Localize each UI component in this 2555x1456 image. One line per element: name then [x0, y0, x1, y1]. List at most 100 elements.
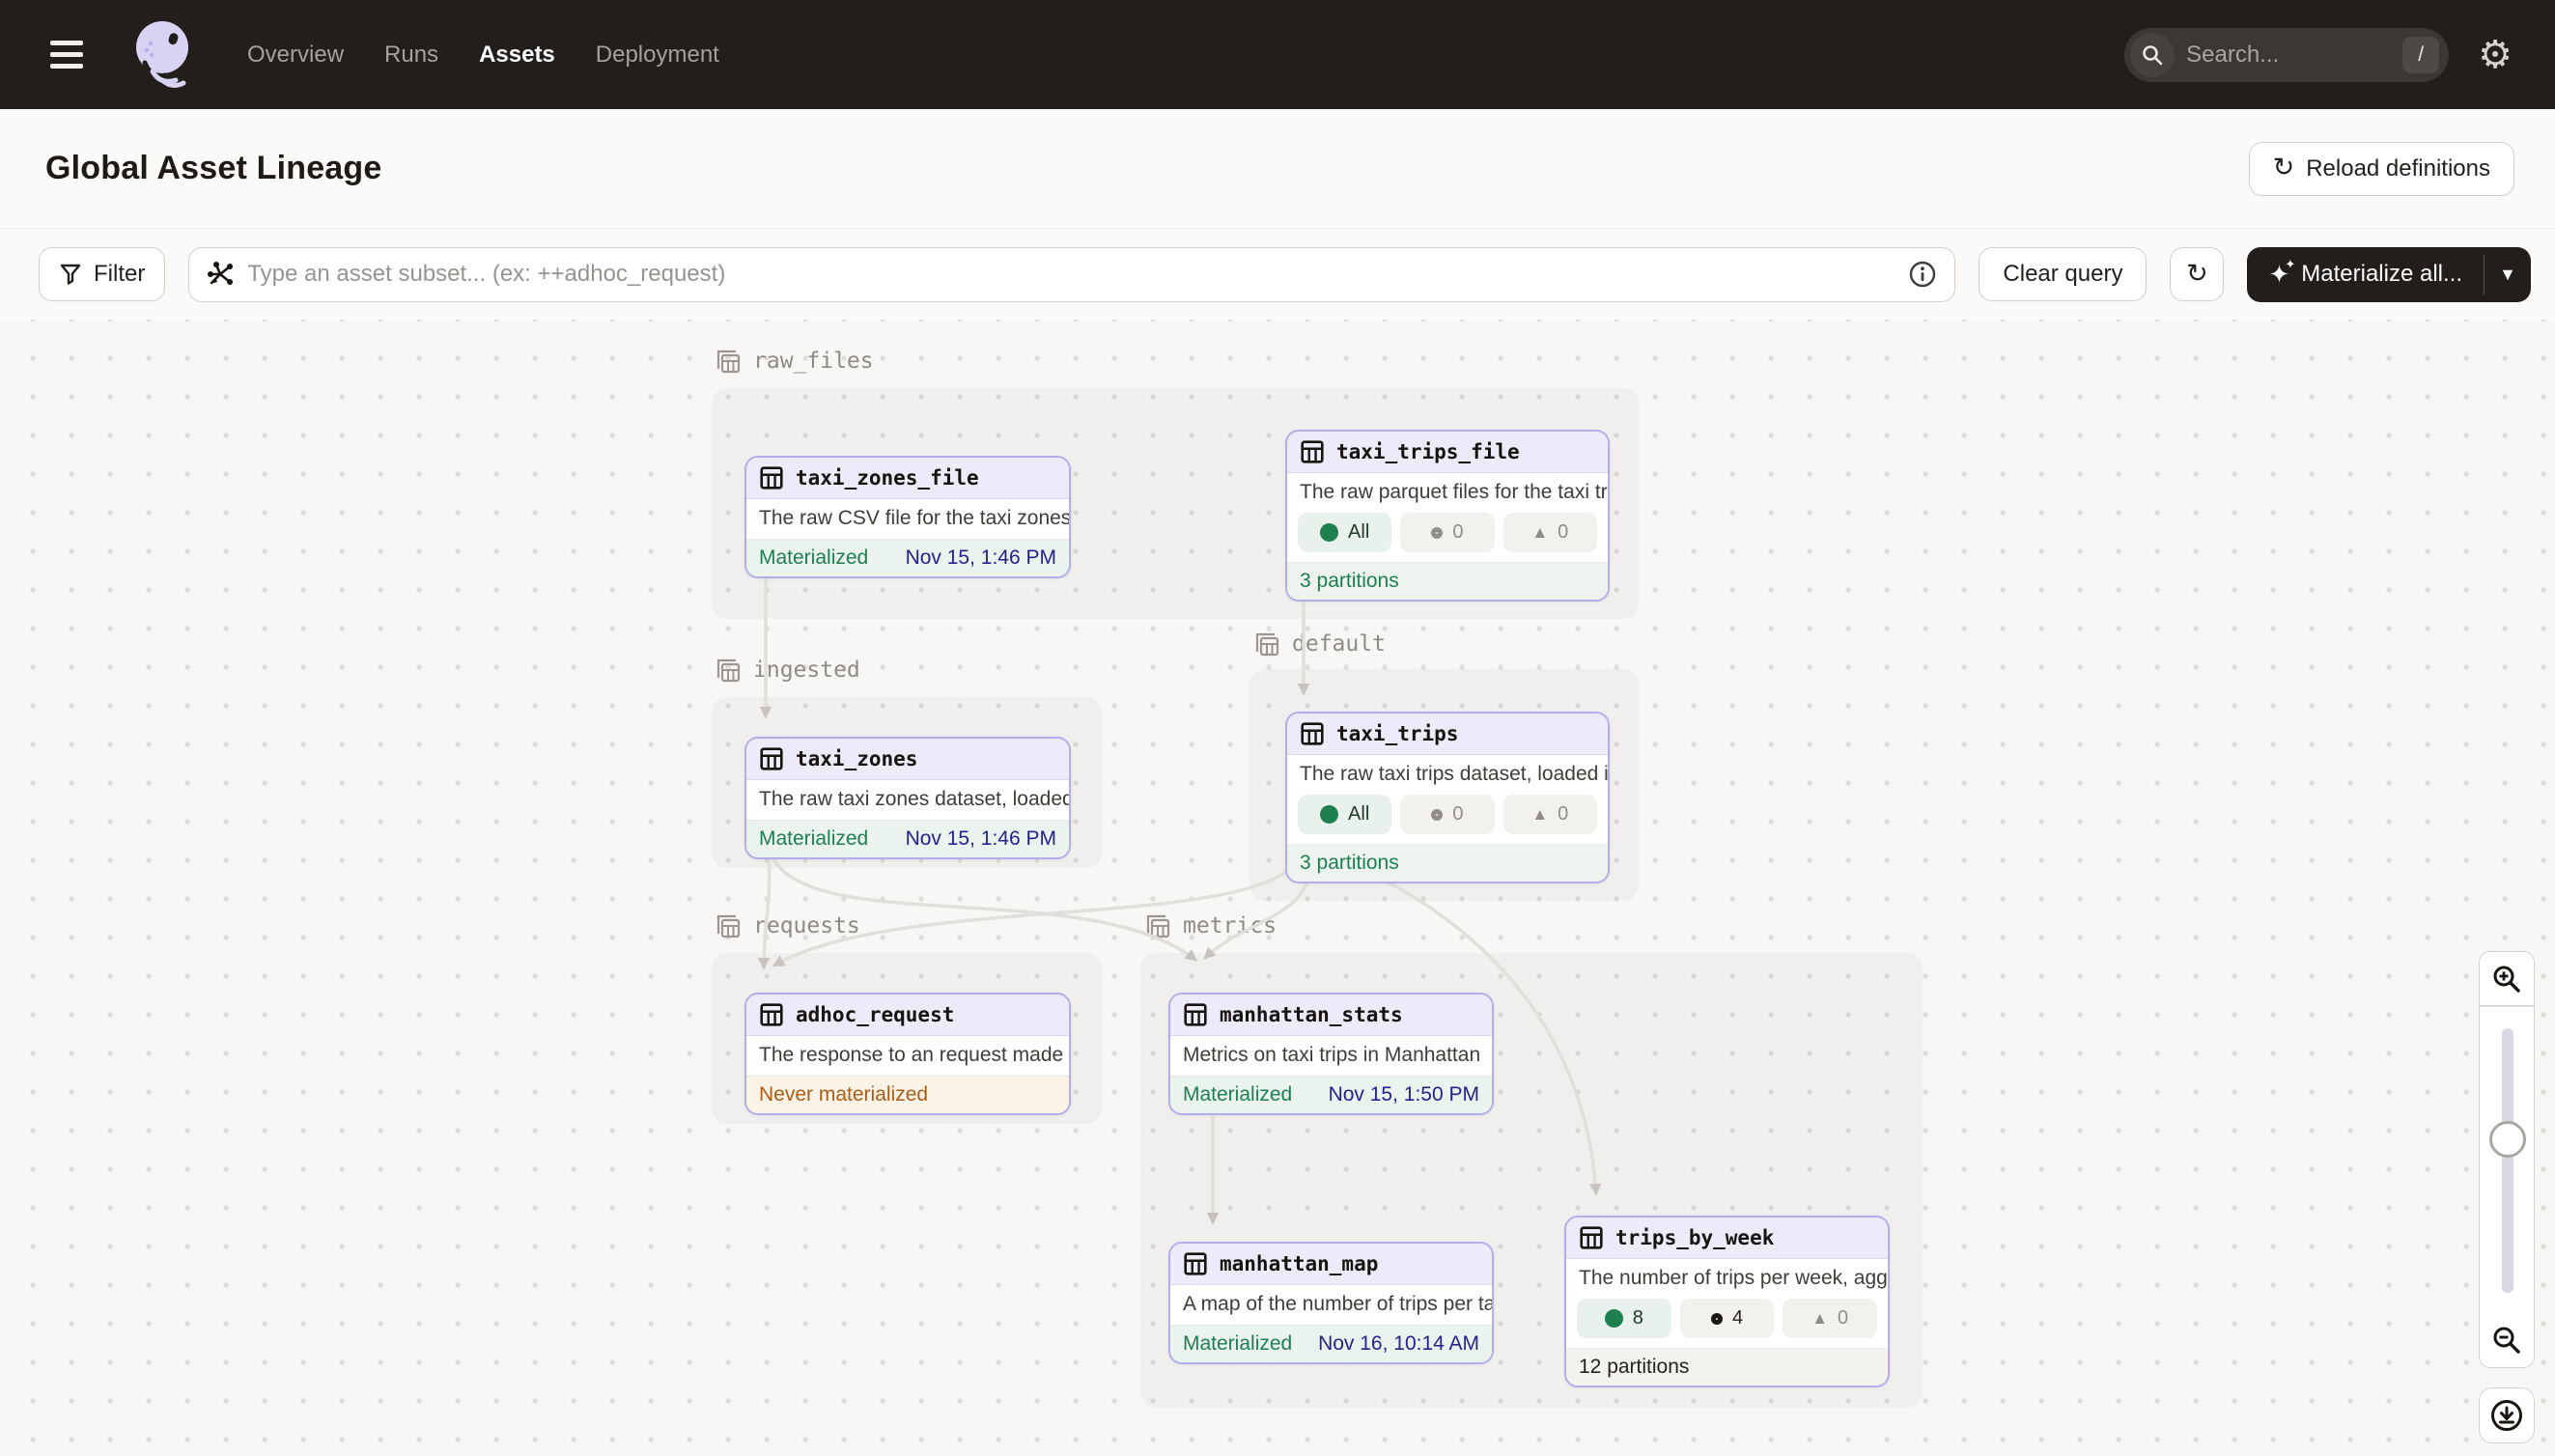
- in-progress-triangle-icon: ▲: [1811, 1310, 1828, 1327]
- nav-item-deployment[interactable]: Deployment: [596, 42, 719, 69]
- asset-description: The raw taxi zones dataset, loaded int..…: [746, 780, 1069, 820]
- search-bar[interactable]: /: [2124, 28, 2449, 82]
- download-icon: [2488, 1397, 2525, 1434]
- table-icon: [1300, 721, 1325, 746]
- partition-health-badges: 8 4 ▲0: [1566, 1299, 1888, 1348]
- group-icon: [1253, 630, 1280, 658]
- asset-description: The raw CSV file for the taxi zones dat.…: [746, 499, 1069, 539]
- partitions-count: 3 partitions: [1300, 570, 1399, 593]
- clear-query-button[interactable]: Clear query: [1979, 247, 2147, 301]
- materialization-timestamp[interactable]: Nov 16, 10:14 AM: [1318, 1332, 1479, 1356]
- materialize-dropdown-caret[interactable]: ▼: [2485, 247, 2531, 302]
- nav-item-runs[interactable]: Runs: [384, 42, 438, 69]
- zoom-controls: [2479, 951, 2535, 1368]
- search-input[interactable]: [2175, 42, 2402, 69]
- materialized-partitions-badge[interactable]: All: [1298, 795, 1391, 834]
- zoom-slider-handle[interactable]: [2489, 1121, 2526, 1158]
- asset-description: The number of trips per week, aggreg...: [1566, 1259, 1888, 1299]
- settings-gear-icon[interactable]: ⚙: [2478, 36, 2513, 74]
- download-image-button[interactable]: [2479, 1387, 2535, 1443]
- asset-node-trips-by-week[interactable]: trips_by_week The number of trips per we…: [1564, 1216, 1890, 1387]
- search-icon: [2130, 33, 2175, 77]
- status-badge: Never materialized: [759, 1083, 928, 1106]
- asset-node-adhoc-request[interactable]: adhoc_request The response to an request…: [744, 993, 1071, 1115]
- asset-node-taxi-zones[interactable]: taxi_zones The raw taxi zones dataset, l…: [744, 737, 1071, 859]
- materialization-timestamp[interactable]: Nov 15, 1:46 PM: [906, 827, 1056, 851]
- asset-description: The raw taxi trips dataset, loaded into …: [1287, 755, 1608, 795]
- status-badge: Materialized: [1183, 1083, 1292, 1106]
- group-label-metrics[interactable]: metrics: [1144, 912, 1277, 939]
- group-label-default[interactable]: default: [1253, 630, 1386, 658]
- primary-nav: Overview Runs Assets Deployment: [247, 42, 719, 69]
- missing-ring-icon: [1711, 1313, 1723, 1325]
- materialized-dot-icon: [1320, 523, 1338, 542]
- nav-item-assets[interactable]: Assets: [479, 42, 555, 69]
- table-icon: [759, 746, 784, 771]
- top-navbar: Overview Runs Assets Deployment / ⚙: [0, 0, 2555, 109]
- asset-node-manhattan-stats[interactable]: manhattan_stats Metrics on taxi trips in…: [1168, 993, 1494, 1115]
- status-badge: Materialized: [759, 546, 868, 570]
- asset-description: The raw parquet files for the taxi trips…: [1287, 473, 1608, 513]
- group-label-ingested[interactable]: ingested: [715, 657, 860, 684]
- filter-button[interactable]: Filter: [39, 247, 165, 301]
- asset-node-taxi-trips-file[interactable]: taxi_trips_file The raw parquet files fo…: [1285, 430, 1610, 602]
- partitions-count: 12 partitions: [1579, 1356, 1689, 1379]
- nav-item-overview[interactable]: Overview: [247, 42, 344, 69]
- group-icon: [715, 912, 742, 939]
- page-title: Global Asset Lineage: [45, 150, 382, 187]
- reload-definitions-button[interactable]: ↻ Reload definitions: [2249, 142, 2514, 196]
- page-header: Global Asset Lineage ↻ Reload definition…: [0, 109, 2555, 229]
- zoom-out-icon: [2490, 1324, 2523, 1357]
- in-progress-triangle-icon: ▲: [1531, 806, 1548, 823]
- query-info-icon[interactable]: [1908, 260, 1937, 289]
- in-progress-partitions-badge[interactable]: ▲0: [1783, 1299, 1877, 1338]
- asset-query-input-wrap: [188, 247, 1955, 302]
- asset-node-taxi-zones-file[interactable]: taxi_zones_file The raw CSV file for the…: [744, 456, 1071, 578]
- in-progress-partitions-badge[interactable]: ▲0: [1503, 795, 1597, 834]
- asset-query-input[interactable]: [247, 261, 1895, 288]
- refresh-button[interactable]: ↻: [2170, 247, 2224, 301]
- lineage-toolbar: Filter Clear query ↻ ✦✦ Materialize all.…: [0, 229, 2555, 320]
- zoom-out-button[interactable]: [2479, 1313, 2535, 1368]
- zoom-in-button[interactable]: [2479, 951, 2535, 1006]
- group-label-requests[interactable]: requests: [715, 912, 860, 939]
- group-label-raw-files[interactable]: raw_files: [715, 348, 874, 375]
- table-icon: [759, 1002, 784, 1027]
- partitions-count: 3 partitions: [1300, 852, 1399, 875]
- materialization-timestamp[interactable]: Nov 15, 1:50 PM: [1329, 1083, 1479, 1106]
- missing-partitions-badge[interactable]: 0: [1400, 795, 1494, 834]
- refresh-icon: ↻: [2186, 261, 2208, 287]
- missing-ring-icon: [1431, 809, 1443, 821]
- in-progress-partitions-badge[interactable]: ▲0: [1503, 513, 1597, 552]
- group-icon: [715, 348, 742, 375]
- materialized-dot-icon: [1605, 1309, 1623, 1328]
- search-shortcut-badge: /: [2402, 37, 2439, 73]
- zoom-slider[interactable]: [2479, 1006, 2535, 1313]
- dagster-logo-icon[interactable]: [131, 18, 193, 92]
- materialized-partitions-badge[interactable]: All: [1298, 513, 1391, 552]
- table-icon: [1579, 1225, 1604, 1250]
- partition-health-badges: All 0 ▲0: [1287, 795, 1608, 844]
- hamburger-menu-icon[interactable]: [50, 41, 93, 69]
- asset-description: Metrics on taxi trips in Manhattan: [1170, 1036, 1492, 1076]
- zoom-slider-track[interactable]: [2502, 1028, 2513, 1293]
- missing-ring-icon: [1431, 527, 1443, 539]
- asset-node-taxi-trips[interactable]: taxi_trips The raw taxi trips dataset, l…: [1285, 712, 1610, 883]
- materialized-partitions-badge[interactable]: 8: [1577, 1299, 1671, 1338]
- materialize-all-button[interactable]: ✦✦ Materialize all... ▼: [2247, 247, 2531, 302]
- in-progress-triangle-icon: ▲: [1531, 524, 1548, 541]
- partition-health-badges: All 0 ▲0: [1287, 513, 1608, 562]
- group-icon: [1144, 912, 1171, 939]
- filter-funnel-icon: [59, 263, 82, 286]
- materialization-timestamp[interactable]: Nov 15, 1:46 PM: [906, 546, 1056, 570]
- table-icon: [1183, 1251, 1208, 1276]
- missing-partitions-badge[interactable]: 0: [1400, 513, 1494, 552]
- asset-description: The response to an request made in th...: [746, 1036, 1069, 1076]
- table-icon: [1183, 1002, 1208, 1027]
- table-icon: [759, 465, 784, 490]
- asset-description: A map of the number of trips per taxi z.…: [1170, 1285, 1492, 1325]
- sparkle-icon: ✦✦: [2268, 262, 2289, 287]
- missing-partitions-badge[interactable]: 4: [1680, 1299, 1775, 1338]
- asset-node-manhattan-map[interactable]: manhattan_map A map of the number of tri…: [1168, 1242, 1494, 1364]
- table-icon: [1300, 439, 1325, 464]
